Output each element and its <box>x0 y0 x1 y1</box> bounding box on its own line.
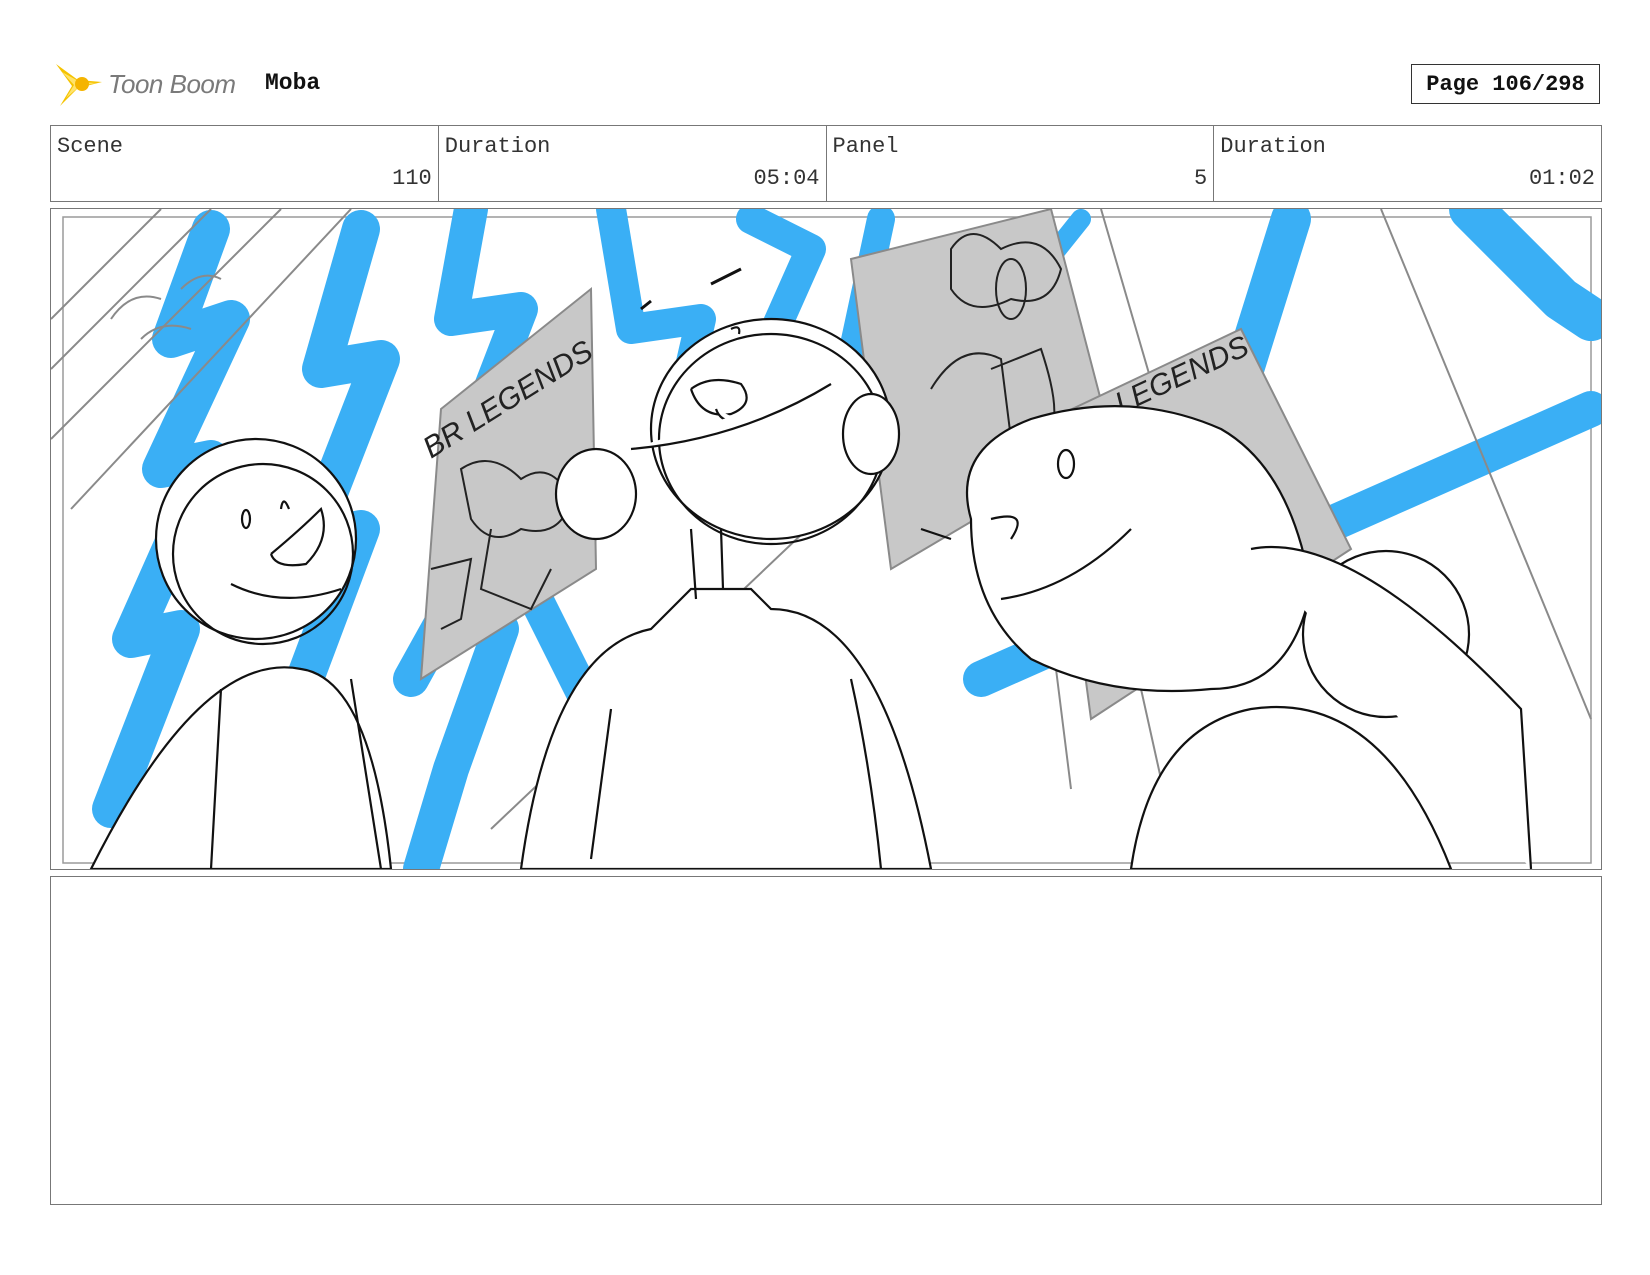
panel-duration-value: 01:02 <box>1528 166 1595 191</box>
panel-duration-label: Duration <box>1220 134 1326 159</box>
panel-cell: Panel 5 <box>827 126 1215 201</box>
scene-duration-cell: Duration 05:04 <box>439 126 827 201</box>
toon-boom-star-icon <box>56 64 102 106</box>
info-table: Scene 110 Duration 05:04 Panel 5 Duratio… <box>50 125 1602 202</box>
panel-value: 5 <box>1194 166 1208 191</box>
panel-label: Panel <box>832 134 899 159</box>
scene-label: Scene <box>57 134 124 159</box>
toon-boom-logo: Toon Boom <box>52 56 236 112</box>
panel-duration-cell: Duration 01:02 <box>1214 126 1601 201</box>
scene-cell: Scene 110 <box>51 126 439 201</box>
page-indicator: Page 106/298 <box>1411 64 1600 104</box>
scene-value: 110 <box>392 166 432 191</box>
scene-duration-label: Duration <box>444 134 551 159</box>
scene-duration-value: 05:04 <box>753 166 820 191</box>
notes-area <box>50 876 1602 1205</box>
logo-text: Toon Boom <box>108 68 236 99</box>
motion-marks <box>640 267 742 311</box>
storyboard-panel: BR LEGENDS LEGENDS <box>50 208 1602 870</box>
project-title: Moba <box>265 70 321 96</box>
storyboard-sketch: BR LEGENDS LEGENDS <box>51 209 1601 869</box>
